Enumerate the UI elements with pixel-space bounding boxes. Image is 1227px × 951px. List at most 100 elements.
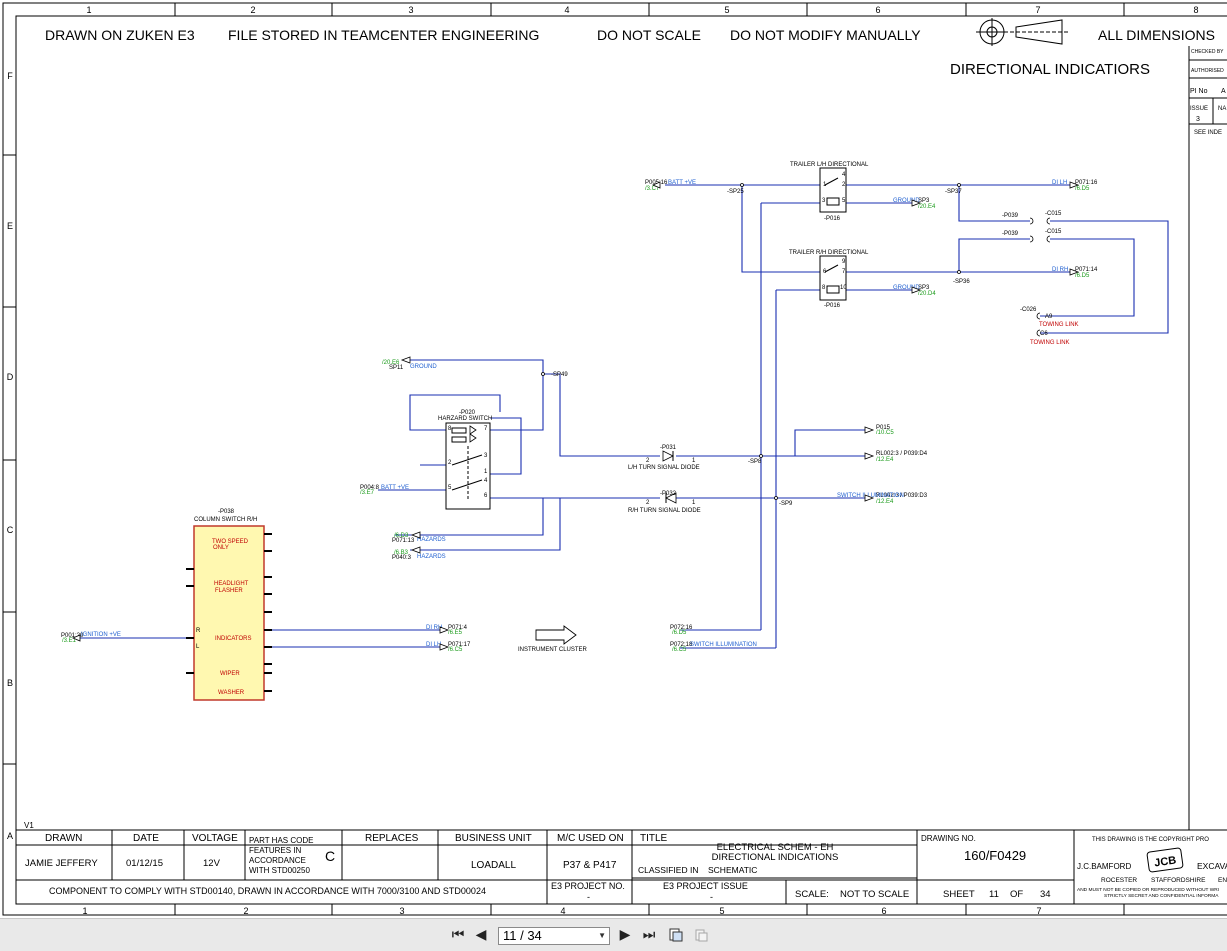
p039-b-label: -P039 (1002, 231, 1019, 237)
checked-by-label: CHECKED BY (1191, 49, 1224, 55)
towing-link-label-2: TOWING LINK (1030, 340, 1070, 346)
connector-arrows-diode (864, 426, 875, 502)
legal-line-2: STRICTLY SECRET AND CONFIDENTIAL INFORMA (1104, 893, 1219, 899)
p004-ref: /3.E7 (360, 490, 375, 496)
p038-label: -P038 (218, 509, 235, 515)
title-header: TITLE (640, 833, 668, 844)
row-label-f: F (7, 71, 13, 81)
na-label: NA (1218, 106, 1226, 112)
row-label-a: A (7, 831, 13, 841)
connector-arrows-top (651, 181, 1080, 294)
drawing-no-header: DRAWING NO. (921, 834, 976, 843)
ground-label-3: GROUND (410, 364, 437, 370)
last-page-icon[interactable]: ⏭ (640, 926, 658, 944)
staffordshire-text: STAFFORDSHIRE (1151, 877, 1206, 884)
rh-diode-pin2: 2 (646, 500, 650, 506)
scale-header: SCALE: (795, 889, 829, 900)
sp8-label: -SP8 (748, 459, 762, 465)
p071-13-label: P071:13 (392, 538, 415, 544)
replaces-header: REPLACES (365, 833, 419, 844)
column-switch-label: COLUMN SWITCH R/H (194, 517, 257, 523)
pdf-navigation-toolbar: ⏮ ◀ 11 / 34 ▼ ▶ ⏭ (0, 918, 1227, 951)
connector-arrows-hazard (400, 356, 421, 554)
indicators-label: INDICATORS (215, 636, 251, 642)
hazards-label-1: HAZARDS (417, 537, 446, 543)
p039-a-label: -P039 (1002, 213, 1019, 219)
first-page-icon[interactable]: ⏮ (449, 926, 467, 944)
instrument-cluster-arrow-icon (535, 625, 577, 645)
mc-used-value: P37 & P417 (563, 860, 617, 871)
lh-diode: -P031 L/H TURN SIGNAL DIODE 2 1 (628, 445, 700, 471)
classified-header: CLASSIFIED IN (638, 865, 698, 875)
col-label-4: 4 (564, 5, 569, 15)
trailer-lh-part: -P016 (824, 216, 841, 222)
rh-diode: -P032 R/H TURN SIGNAL DIODE 2 1 (628, 491, 701, 514)
trailer-rh-label: TRAILER R/H DIRECTIONAL (789, 250, 869, 256)
outer-frame (2, 2, 1227, 916)
copyright-line: THIS DRAWING IS THE COPYRIGHT PRO (1092, 837, 1209, 843)
part-note-line-2: FEATURES IN (249, 846, 302, 855)
version-label: V1 (24, 821, 34, 830)
pin-a9-label: A9 (1045, 314, 1053, 320)
p071-14-ref: /6.D5 (1075, 273, 1090, 279)
rl002-b-ref: /12.E4 (876, 499, 894, 505)
continuous-scroll-icon[interactable] (667, 926, 685, 944)
next-page-icon[interactable]: ▶ (616, 926, 634, 944)
part-code-c: C (325, 848, 335, 864)
rh-diode-pin1: 1 (692, 500, 696, 506)
sp37-label: -SP37 (945, 189, 962, 195)
trailer-lh-relay: TRAILER L/H DIRECTIONAL -P016 4 1 2 3 5 (790, 162, 869, 222)
projection-symbol-icon (976, 18, 1068, 46)
trailer-rh-pin10: 10 (840, 285, 847, 291)
single-page-icon[interactable] (692, 926, 710, 944)
c015-b-label: -C015 (1045, 229, 1062, 235)
col-label-1: 1 (86, 5, 91, 15)
business-unit-header: BUSINESS UNIT (455, 833, 532, 844)
pin-c6-label: C6 (1040, 331, 1048, 337)
wiper-label: WIPER (220, 671, 240, 677)
chevron-down-icon: ▼ (598, 931, 606, 940)
rocester-text: ROCESTER (1101, 877, 1137, 884)
instrument-cluster-label: INSTRUMENT CLUSTER (518, 647, 588, 653)
note-do-not-modify: DO NOT MODIFY MANUALLY (730, 27, 921, 43)
copyright-block: THIS DRAWING IS THE COPYRIGHT PRO J.C.BA… (1077, 837, 1227, 899)
hazard-switch-label: HARZARD SWITCH (438, 416, 492, 422)
trailer-rh-relay: TRAILER R/H DIRECTIONAL -P016 9 6 7 8 10 (789, 250, 869, 309)
col-label-2: 2 (250, 5, 255, 15)
rl002-a-ref: /12.E4 (876, 457, 894, 463)
col-label-bottom-2: 2 (243, 906, 248, 916)
row-label-d: D (7, 372, 14, 382)
pi-no-value: A (1221, 88, 1226, 95)
right-info-panel: CHECKED BY AUTHORISED PI No A ISSUE NA 3… (1188, 46, 1227, 830)
part-note-line-1: PART HAS CODE (249, 836, 313, 845)
pin-r-label: R (196, 628, 201, 634)
comply-note: COMPONENT TO COMPLY WITH STD00140, DRAWN… (49, 886, 486, 896)
sp36-label: -SP36 (953, 279, 970, 285)
sheet-total: 34 (1040, 889, 1051, 900)
lh-diode-label: L/H TURN SIGNAL DIODE (628, 465, 700, 471)
col-label-bottom-6: 6 (881, 906, 886, 916)
schematic-sheet: 1 2 3 4 5 6 7 8 1 2 3 4 5 6 7 F E D C B … (0, 0, 1227, 918)
note-do-not-scale: DO NOT SCALE (597, 27, 701, 43)
hazards-label-2: HAZARDS (417, 554, 446, 560)
batt-ve-label-1: BATT +VE (668, 180, 696, 186)
hazard-switch: -P020 HARZARD SWITCH 8 7 2 3 1 4 5 6 (438, 410, 492, 510)
trailer-rh-part: -P016 (824, 303, 841, 309)
sheet-title: DIRECTIONAL INDICATIORS (950, 61, 1150, 78)
lh-diode-pin2: 2 (646, 458, 650, 464)
col-label-bottom-3: 3 (399, 906, 404, 916)
business-unit-value: LOADALL (471, 860, 516, 871)
prev-page-icon[interactable]: ◀ (472, 926, 490, 944)
page-number-select[interactable]: 11 / 34 ▼ (498, 927, 610, 945)
row-label-b: B (7, 678, 13, 688)
scale-value: NOT TO SCALE (840, 889, 909, 900)
part-note-line-3: ACCORDANCE (249, 856, 306, 865)
page-number-value: 11 / 34 (503, 928, 542, 943)
e3-project-issue-value: - (710, 892, 713, 902)
sp3-a-ref: /20.E4 (918, 204, 936, 210)
top-column-ticks (3, 3, 1125, 915)
drawn-header: DRAWN (45, 833, 82, 844)
col-label-8: 8 (1193, 5, 1198, 15)
issue-value: 3 (1196, 116, 1200, 123)
c026-label: -C026 (1020, 307, 1037, 313)
